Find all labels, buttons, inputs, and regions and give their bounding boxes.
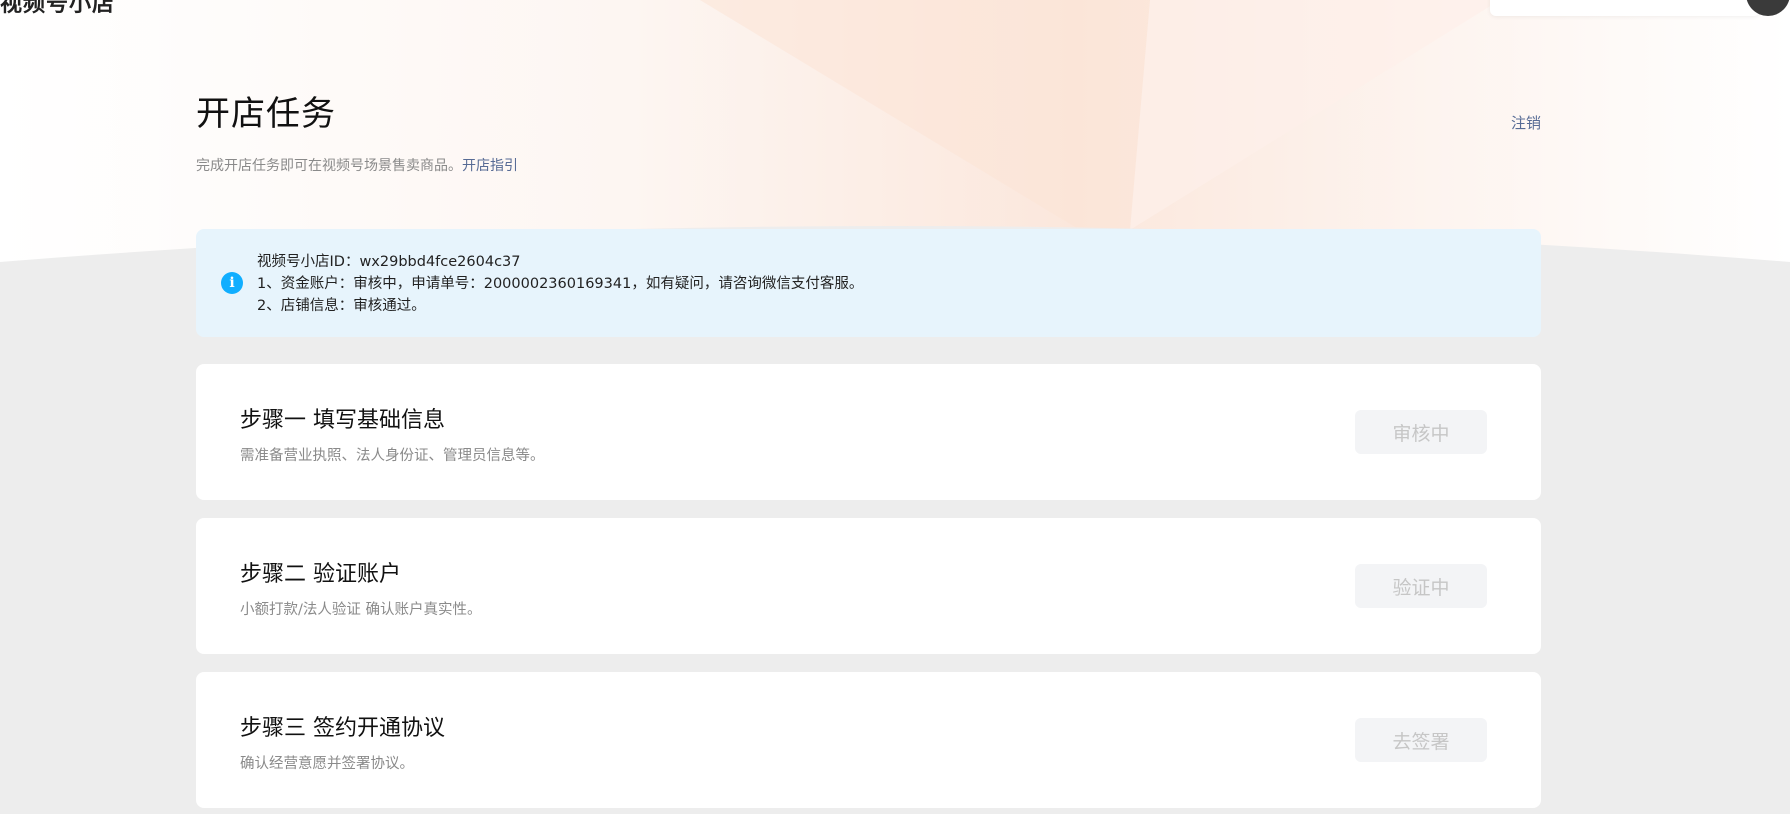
reviewing-button[interactable]: 审核中 [1355,410,1487,454]
step-card-basic-info: 步骤一 填写基础信息 需准备营业执照、法人身份证、管理员信息等。 审核中 [196,364,1541,500]
step-description: 需准备营业执照、法人身份证、管理员信息等。 [240,448,545,464]
step-title: 步骤一 填写基础信息 [240,408,445,433]
step-title: 步骤二 验证账户 [240,562,401,587]
step-card-verify-account: 步骤二 验证账户 小额打款/法人验证 确认账户真实性。 验证中 [196,518,1541,654]
notice-store-info: 2、店铺信息：审核通过。 [257,298,426,314]
step-title: 步骤三 签约开通协议 [240,716,445,741]
step-description: 确认经营意愿并签署协议。 [240,756,414,772]
status-notice: i 视频号小店ID：wx29bbd4fce2604c37 1、资金账户：审核中，… [196,229,1541,337]
page-title: 开店任务 [196,94,336,134]
page-header: 开店任务 完成开店任务即可在视频号场景售卖商品。开店指引 [196,86,518,175]
page: 视频号小店 开店任务 完成开店任务即可在视频号场景售卖商品。开店指引 注销 i … [0,0,1790,814]
notice-store-id: 视频号小店ID：wx29bbd4fce2604c37 [257,254,521,270]
sign-agreement-button[interactable]: 去签署 [1355,718,1487,762]
verifying-button[interactable]: 验证中 [1355,564,1487,608]
brand-logo-text[interactable]: 视频号小店 [0,0,115,18]
step-description: 小额打款/法人验证 确认账户真实性。 [240,602,482,618]
info-icon: i [221,272,243,294]
notice-fund-account: 1、资金账户：审核中，申请单号：2000002360169341，如有疑问，请咨… [257,276,864,292]
step-card-sign-agreement: 步骤三 签约开通协议 确认经营意愿并签署协议。 去签署 [196,672,1541,808]
cancel-account-link[interactable]: 注销 [1511,112,1541,133]
page-subtitle: 完成开店任务即可在视频号场景售卖商品。开店指引 [196,155,518,175]
account-switcher[interactable] [1490,0,1760,16]
page-subtitle-text: 完成开店任务即可在视频号场景售卖商品。 [196,158,462,174]
open-store-guide-link[interactable]: 开店指引 [462,158,518,174]
